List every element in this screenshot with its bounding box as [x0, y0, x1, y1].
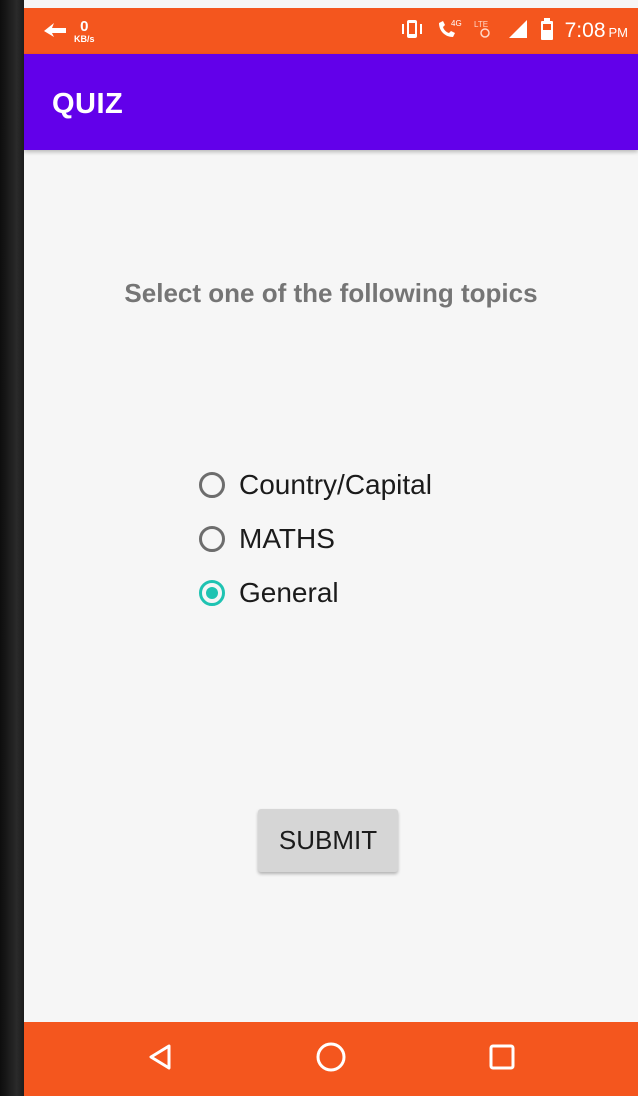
app-bar: QUIZ [24, 54, 638, 150]
vibrate-icon [399, 18, 425, 45]
radio-label: General [239, 577, 339, 608]
clock-ampm: PM [608, 25, 629, 40]
status-bar: 0 KB/s 4G LTE 7:08 PM [24, 8, 638, 54]
back-icon [145, 1042, 175, 1077]
nav-home-button[interactable] [291, 1022, 371, 1096]
network-speed-unit: KB/s [74, 33, 95, 44]
radio-option-maths[interactable]: MATHS [199, 512, 432, 566]
radio-option-country-capital[interactable]: Country/Capital [199, 458, 432, 512]
radio-button[interactable] [199, 580, 225, 606]
battery-icon [539, 17, 555, 46]
submit-button[interactable]: SUBMIT [258, 809, 398, 872]
radio-label: Country/Capital [239, 469, 432, 500]
status-icons: 4G LTE 7:08 PM [399, 8, 628, 54]
svg-text:LTE: LTE [474, 20, 488, 29]
recents-icon [487, 1042, 517, 1077]
network-speed-value: 0 [80, 17, 89, 35]
signal-icon [507, 18, 529, 45]
network-speed: 0 KB/s [42, 8, 95, 54]
radio-button[interactable] [199, 472, 225, 498]
phone-screen: 0 KB/s 4G LTE 7:08 PM QUIZ Select one of… [24, 0, 638, 1096]
home-icon [314, 1040, 348, 1079]
nav-back-button[interactable] [120, 1022, 200, 1096]
volte-4g-icon: 4G [435, 17, 463, 46]
nav-recents-button[interactable] [462, 1022, 542, 1096]
device-frame-left [0, 0, 24, 1096]
radio-option-general[interactable]: General [199, 566, 432, 620]
app-title: QUIZ [52, 88, 124, 120]
navigation-bar [24, 1022, 638, 1096]
lte-icon: LTE [473, 18, 497, 45]
radio-button[interactable] [199, 526, 225, 552]
topic-prompt: Select one of the following topics [124, 278, 538, 308]
svg-text:4G: 4G [451, 19, 462, 28]
clock-time: 7:08 [564, 19, 606, 42]
network-speed-icon [42, 19, 68, 44]
radio-label: MATHS [239, 523, 335, 554]
topic-radio-group: Country/Capital MATHS General [199, 458, 432, 620]
